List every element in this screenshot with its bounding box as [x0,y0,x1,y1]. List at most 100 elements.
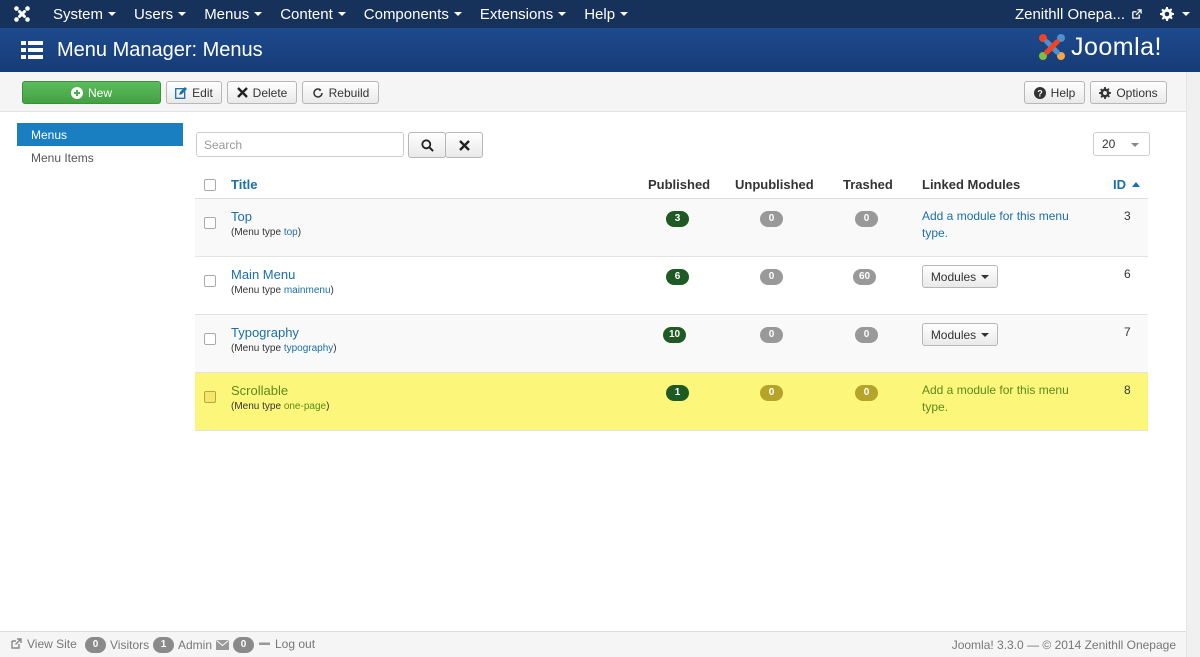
caret-down-icon [1131,143,1139,147]
trashed-count-badge[interactable]: 0 [855,327,878,343]
add-module-link[interactable]: Add a module for this menu type. [922,382,1087,416]
page-title: Menu Manager: Menus [57,38,263,61]
menu-title-link[interactable]: Top [231,209,301,224]
column-trashed: Trashed [843,177,893,192]
table-row-highlighted: Scrollable (Menu type one-page) 1 0 0 Ad… [195,373,1148,431]
list-limit-select[interactable]: 20 [1093,132,1150,156]
menu-id: 7 [1124,325,1131,339]
table-row: Main Menu (Menu type mainmenu) 6 0 60 Mo… [195,257,1148,315]
table-header: Title Published Unpublished Trashed Link… [195,170,1148,199]
row-checkbox[interactable] [204,333,216,345]
row-checkbox[interactable] [204,217,216,229]
menu-content[interactable]: Content [271,0,355,28]
menu-title-cell: Typography (Menu type typography) [231,325,337,354]
clear-search-button[interactable] [445,132,483,158]
caret-down-icon [1182,12,1190,16]
caret-down-icon [981,332,990,337]
published-count-badge[interactable]: 3 [666,211,689,227]
vertical-scrollbar[interactable] [1186,72,1200,657]
menu-users[interactable]: Users [125,0,195,28]
question-circle-icon: ? [1033,86,1046,99]
column-linked-modules: Linked Modules [922,177,1021,192]
main-menu: System Users Menus Content Components Ex… [44,0,637,28]
caret-down-icon [558,12,567,16]
published-count-badge[interactable]: 6 [666,269,689,285]
menu-extensions[interactable]: Extensions [471,0,575,28]
delete-button[interactable]: Delete [227,81,297,104]
caret-down-icon [254,12,263,16]
sidebar: Menus Menu Items [17,123,183,169]
messages-link[interactable]: 0 [216,637,258,653]
toolbar: New Edit Delete Rebuild ? Help Options [0,72,1186,112]
modules-dropdown-button[interactable]: Modules [922,323,998,346]
menu-title-link[interactable]: Scrollable [231,383,329,398]
caret-down-icon [981,274,990,279]
sort-by-title[interactable]: Title [231,177,258,192]
options-button[interactable]: Options [1090,81,1167,104]
edit-button[interactable]: Edit [166,81,222,104]
published-count-badge[interactable]: 1 [666,385,689,401]
menu-title-link[interactable]: Typography [231,325,337,340]
row-checkbox[interactable] [204,391,216,403]
menu-type-link[interactable]: top [284,227,298,238]
status-bar: View Site 0 Visitors 1 Admin 0 Log out J… [0,631,1186,657]
help-button[interactable]: ? Help [1024,81,1085,104]
column-published: Published [648,177,711,192]
logout-link[interactable]: Log out [259,637,315,651]
search-button[interactable] [408,132,446,158]
menu-menus[interactable]: Menus [195,0,271,28]
sidebar-item-menu-items[interactable]: Menu Items [17,146,183,169]
view-site-link[interactable]: View Site [10,637,77,651]
menu-id: 8 [1124,383,1131,397]
user-settings-dropdown[interactable] [1152,0,1200,28]
rebuild-button[interactable]: Rebuild [302,81,379,104]
published-count-badge[interactable]: 10 [663,327,687,343]
menu-type: (Menu type typography) [231,343,337,354]
sort-by-id[interactable]: ID [1113,177,1140,192]
menu-title-link[interactable]: Main Menu [231,267,334,282]
caret-down-icon [108,12,117,16]
menu-type-link[interactable]: typography [284,343,333,354]
menu-type: (Menu type mainmenu) [231,285,334,296]
unpublished-count-badge[interactable]: 0 [760,211,783,227]
joomla-brand-icon [1038,34,1065,60]
joomla-logo-icon[interactable] [0,0,44,28]
envelope-icon [216,640,229,650]
page-header: Menu Manager: Menus Joomla! [0,28,1200,72]
site-name: Zenithll Onepa... [1014,5,1125,23]
menu-title-cell: Top (Menu type top) [231,209,301,238]
search-icon [420,138,434,152]
trashed-count-badge[interactable]: 0 [855,211,878,227]
menu-help[interactable]: Help [575,0,637,28]
search-input[interactable] [196,132,404,157]
modules-dropdown-button[interactable]: Modules [922,265,998,288]
unpublished-count-badge[interactable]: 0 [760,269,783,285]
admin-status: 1 Admin [153,637,212,653]
site-link[interactable]: Zenithll Onepa... [1005,0,1152,28]
external-link-icon [1132,8,1142,19]
menu-type-link[interactable]: mainmenu [284,285,331,296]
svg-text:?: ? [1037,88,1043,98]
trashed-count-badge[interactable]: 0 [855,385,878,401]
sort-ascending-icon [1132,182,1140,187]
menus-table: Title Published Unpublished Trashed Link… [195,170,1148,431]
menu-type-link[interactable]: one-page [284,401,326,412]
list-icon [21,41,43,59]
row-checkbox[interactable] [204,275,216,287]
menu-components[interactable]: Components [355,0,471,28]
trashed-count-badge[interactable]: 60 [853,269,877,285]
menu-system[interactable]: System [44,0,125,28]
caret-down-icon [178,12,187,16]
close-icon [236,87,248,98]
new-button[interactable]: New [22,81,161,104]
brand-name: Joomla! [1070,32,1162,61]
unpublished-count-badge[interactable]: 0 [760,385,783,401]
menu-id: 6 [1124,267,1131,281]
menu-type: (Menu type top) [231,227,302,238]
messages-count-badge: 0 [233,637,254,653]
unpublished-count-badge[interactable]: 0 [760,327,783,343]
caret-down-icon [453,12,462,16]
check-all-checkbox[interactable] [204,179,216,191]
sidebar-item-menus[interactable]: Menus [17,123,183,146]
add-module-link[interactable]: Add a module for this menu type. [922,208,1087,242]
